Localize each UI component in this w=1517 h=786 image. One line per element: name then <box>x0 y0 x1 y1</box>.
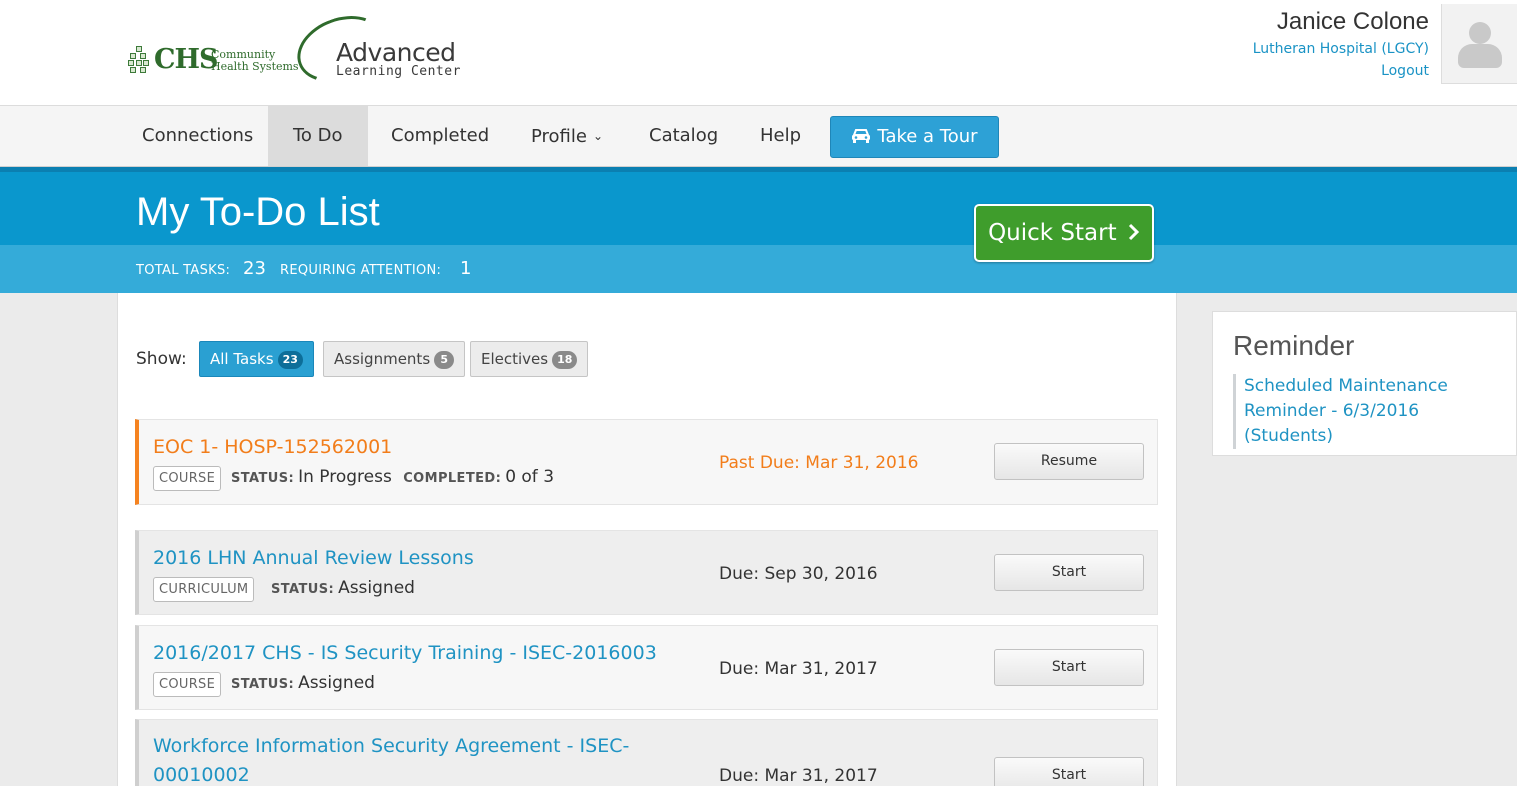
task-type-badge: COURSE <box>153 466 222 491</box>
filter-assignments-label: Assignments <box>334 350 431 368</box>
nav-help[interactable]: Help <box>735 106 826 166</box>
task-stats-bar: TOTAL TASKS: 23 REQUIRING ATTENTION: 1 <box>0 245 1517 293</box>
requiring-attention-value: 1 <box>460 258 472 279</box>
task-row: 2016 LHN Annual Review Lessons CURRICULU… <box>135 530 1158 615</box>
task-row: 2016/2017 CHS - IS Security Training - I… <box>135 625 1158 710</box>
reminder-link-line: Reminder - 6/3/2016 (Students) <box>1244 401 1420 446</box>
filter-count-badge: 18 <box>552 351 578 369</box>
task-row: EOC 1- HOSP-152562001 COURSE STATUS: In P… <box>135 419 1158 505</box>
filter-count-badge: 5 <box>434 351 455 369</box>
nav-catalog[interactable]: Catalog <box>624 106 743 166</box>
filter-electives[interactable]: Electives 18 <box>470 341 589 377</box>
task-status-value: Assigned <box>338 578 415 598</box>
quick-start-label: Quick Start <box>988 220 1117 246</box>
nav-connections[interactable]: Connections <box>117 106 278 166</box>
task-title-link[interactable]: Workforce Information Security Agreement… <box>153 732 629 786</box>
task-status: STATUS: Assigned <box>271 578 415 598</box>
reminder-title: Reminder <box>1233 330 1355 361</box>
chs-cubes-icon <box>128 46 150 74</box>
task-type-badge: CURRICULUM <box>153 577 255 602</box>
chs-logo-subtitle: Community Health Systems <box>211 48 299 73</box>
task-due-date: Past Due: Mar 31, 2016 <box>719 453 919 473</box>
alc-logo-title: Advanced <box>336 38 456 67</box>
task-status-key: STATUS: <box>271 582 335 597</box>
task-row: Workforce Information Security Agreement… <box>135 719 1158 786</box>
task-due-date: Due: Sep 30, 2016 <box>719 564 878 584</box>
task-completed-value: 0 of 3 <box>505 467 555 487</box>
filter-assignments[interactable]: Assignments 5 <box>323 341 466 377</box>
todo-list-panel: Show: All Tasks 23 Assignments 5 Electives… <box>117 293 1177 786</box>
site-logo[interactable]: CHS Community Health Systems Advanced Le… <box>128 4 468 94</box>
main-nav: Connections To Do Completed Profile ⌄ Cat… <box>0 106 1517 167</box>
top-header: CHS Community Health Systems Advanced Le… <box>0 0 1517 106</box>
user-info: Janice Colone Lutheran Hospital (LGCY) L… <box>1253 6 1429 82</box>
filter-all-tasks[interactable]: All Tasks 23 <box>199 341 314 377</box>
user-silhouette-icon <box>1469 22 1491 44</box>
reminder-link[interactable]: Scheduled Maintenance Reminder - 6/3/201… <box>1233 374 1508 449</box>
car-icon <box>851 117 871 157</box>
task-status-key: STATUS: <box>231 677 295 692</box>
total-tasks-label: TOTAL TASKS: <box>136 263 231 278</box>
task-title-link[interactable]: 2016/2017 CHS - IS Security Training - I… <box>153 639 657 668</box>
user-organization-link[interactable]: Lutheran Hospital (LGCY) <box>1253 38 1429 60</box>
filter-electives-label: Electives <box>481 350 549 368</box>
requiring-attention-label: REQUIRING ATTENTION: <box>280 263 442 278</box>
task-status-value: Assigned <box>298 673 375 693</box>
task-status-value: In Progress <box>298 467 392 487</box>
task-status: STATUS: Assigned <box>231 673 375 693</box>
user-silhouette-body <box>1458 44 1502 68</box>
logout-link[interactable]: Logout <box>1253 60 1429 82</box>
page-title: My To-Do List <box>136 190 380 234</box>
page-banner: My To-Do List <box>0 167 1517 245</box>
task-title-line: Workforce Information Security Agreement… <box>153 735 630 757</box>
chevron-right-icon <box>1124 220 1140 246</box>
start-button[interactable]: Start <box>994 554 1144 591</box>
chevron-down-icon: ⌄ <box>592 129 604 143</box>
start-button[interactable]: Start <box>994 757 1144 786</box>
task-completed-key: COMPLETED: <box>403 471 502 486</box>
alc-logo-subtitle: Learning Center <box>336 64 461 79</box>
take-a-tour-button[interactable]: Take a Tour <box>830 116 999 158</box>
resume-button[interactable]: Resume <box>994 443 1144 480</box>
nav-completed[interactable]: Completed <box>366 106 514 166</box>
reminder-panel: Reminder Scheduled Maintenance Reminder … <box>1212 311 1517 456</box>
task-status: STATUS: In Progress COMPLETED: 0 of 3 <box>231 467 554 487</box>
chs-logo-text: CHS <box>154 44 218 75</box>
nav-profile[interactable]: Profile ⌄ <box>506 106 628 166</box>
avatar[interactable] <box>1441 4 1517 84</box>
task-title-link[interactable]: EOC 1- HOSP-152562001 <box>153 433 392 462</box>
task-due-date: Due: Mar 31, 2017 <box>719 659 878 679</box>
task-title-line: 00010002 <box>153 764 250 786</box>
show-filter-label: Show: <box>136 349 187 369</box>
reminder-link-line: Scheduled Maintenance <box>1244 376 1448 396</box>
filter-count-badge: 23 <box>277 351 303 369</box>
task-due-date: Due: Mar 31, 2017 <box>719 766 878 786</box>
start-button[interactable]: Start <box>994 649 1144 686</box>
take-a-tour-label: Take a Tour <box>877 126 978 147</box>
user-name: Janice Colone <box>1276 8 1429 35</box>
nav-to-do[interactable]: To Do <box>268 106 368 166</box>
total-tasks-value: 23 <box>243 258 266 279</box>
task-status-key: STATUS: <box>231 471 295 486</box>
task-type-badge: COURSE <box>153 672 222 697</box>
task-title-link[interactable]: 2016 LHN Annual Review Lessons <box>153 544 474 573</box>
filter-all-tasks-label: All Tasks <box>210 350 274 368</box>
quick-start-button[interactable]: Quick Start <box>974 204 1154 262</box>
nav-profile-label: Profile <box>531 126 587 147</box>
